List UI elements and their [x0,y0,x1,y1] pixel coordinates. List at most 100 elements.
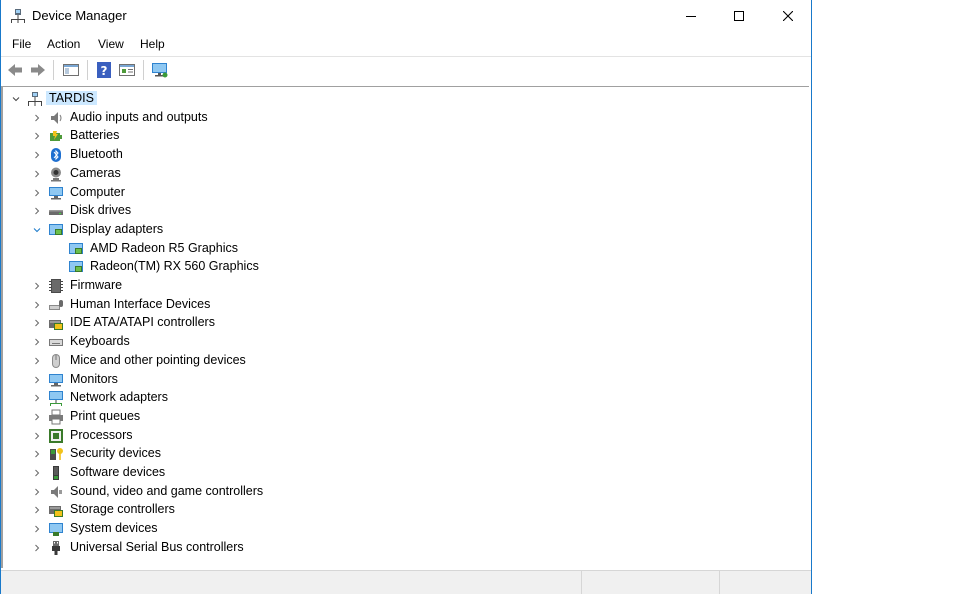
chevron-right-icon[interactable] [32,539,42,557]
tree-item-label: IDE ATA/ATAPI controllers [70,315,215,330]
tree-item-label: Security devices [70,446,162,461]
tree-item-system-devices[interactable]: System devices [3,520,803,538]
tree-item-keyboards[interactable]: Keyboards [3,333,803,351]
tree-item-label: Monitors [70,371,118,386]
status-bar [1,570,811,594]
tree-item-label: Storage controllers [70,502,175,517]
tree-item-bluetooth[interactable]: Bluetooth [3,146,803,164]
tree-item-label: Keyboards [70,334,130,349]
tree-item-label: Disk drives [70,203,132,218]
menu-view[interactable]: View [98,37,124,51]
chevron-right-icon[interactable] [32,109,42,127]
forward-arrow-icon[interactable] [29,61,47,79]
processor-icon [48,428,64,444]
tree-child-label: Radeon(TM) RX 560 Graphics [90,259,259,274]
tree-item-label: Sound, video and game controllers [70,483,264,498]
chevron-right-icon[interactable] [32,389,42,407]
toolbar-separator [143,60,144,80]
menu-help[interactable]: Help [140,37,165,51]
svg-text:?: ? [101,64,108,78]
tree-item-label: Cameras [70,165,121,180]
tree-item-computer[interactable]: Computer [3,184,803,202]
chevron-right-icon[interactable] [32,408,42,426]
maximize-icon [734,11,744,21]
help-icon[interactable]: ? [95,61,113,79]
show-hide-console-tree-icon[interactable] [62,61,80,79]
camera-icon [48,166,64,182]
back-arrow-icon[interactable] [6,61,24,79]
chevron-right-icon[interactable] [32,445,42,463]
maximize-button[interactable] [716,0,762,32]
software-device-icon [48,465,64,481]
monitor-network-icon[interactable] [151,61,169,79]
tree-item-label: Mice and other pointing devices [70,352,246,367]
tree-item-storage-controllers[interactable]: Storage controllers [3,501,803,519]
chevron-right-icon[interactable] [32,146,42,164]
network-adapter-icon [48,390,64,407]
tree-item-batteries[interactable]: Batteries [3,127,803,145]
tree-item-display-adapters[interactable]: Display adapters [3,221,803,239]
chevron-right-icon[interactable] [32,427,42,445]
chevron-right-icon[interactable] [32,127,42,145]
status-bar-segment [719,571,720,594]
tree-child-item[interactable]: AMD Radeon R5 Graphics [3,240,803,258]
tree-item-software-devices[interactable]: Software devices [3,464,803,482]
display-adapter-icon [48,222,64,238]
tree-item-ide-ata-atapi-controllers[interactable]: IDE ATA/ATAPI controllers [3,314,803,332]
chevron-down-icon[interactable] [11,90,21,108]
tree-item-universal-serial-bus-controllers[interactable]: Universal Serial Bus controllers [3,539,803,557]
tree-item-label: Human Interface Devices [70,296,211,311]
menu-bar: File Action View Help [1,34,811,55]
tree-item-human-interface-devices[interactable]: Human Interface Devices [3,296,803,314]
device-manager-window: Device Manager File Action View Help ? T… [0,0,812,594]
chevron-right-icon[interactable] [32,371,42,389]
tree-item-label: Print queues [70,408,141,423]
hid-icon [48,297,64,313]
bluetooth-icon [48,147,64,163]
tree-item-sound-video-and-game-controllers[interactable]: Sound, video and game controllers [3,483,803,501]
tree-item-audio-inputs-and-outputs[interactable]: Audio inputs and outputs [3,109,803,127]
minimize-button[interactable] [668,0,714,32]
chevron-right-icon[interactable] [32,464,42,482]
device-tree[interactable]: TARDIS Audio inputs and outputs Batteries… [1,86,809,568]
mouse-icon [48,353,64,369]
chevron-down-icon[interactable] [32,221,42,239]
tree-root-item[interactable]: TARDIS [3,90,803,108]
tree-item-disk-drives[interactable]: Disk drives [3,202,803,220]
tree-item-label: Processors [70,427,133,442]
chevron-right-icon[interactable] [32,184,42,202]
menu-file[interactable]: File [12,37,31,51]
chevron-right-icon[interactable] [32,277,42,295]
close-button[interactable] [765,0,811,32]
toolbar-separator [53,60,54,80]
tree-child-item[interactable]: Radeon(TM) RX 560 Graphics [3,258,803,276]
chevron-right-icon[interactable] [32,314,42,332]
chevron-right-icon[interactable] [32,520,42,538]
tree-item-cameras[interactable]: Cameras [3,165,803,183]
chevron-right-icon[interactable] [32,483,42,501]
keyboard-icon [48,334,64,350]
toolbar-separator [87,60,88,80]
menu-action[interactable]: Action [47,37,80,51]
tree-item-processors[interactable]: Processors [3,427,803,445]
tree-item-network-adapters[interactable]: Network adapters [3,389,803,407]
usb-icon [48,540,64,556]
minimize-icon [686,11,696,21]
chevron-right-icon[interactable] [32,333,42,351]
title-bar[interactable]: Device Manager [1,0,811,33]
tree-item-mice-and-other-pointing-devices[interactable]: Mice and other pointing devices [3,352,803,370]
window-title: Device Manager [32,8,127,23]
tree-item-firmware[interactable]: Firmware [3,277,803,295]
chevron-right-icon[interactable] [32,165,42,183]
tree-item-print-queues[interactable]: Print queues [3,408,803,426]
chevron-right-icon[interactable] [32,202,42,220]
firmware-icon [48,278,64,294]
tree-item-monitors[interactable]: Monitors [3,371,803,389]
tree-item-label: Network adapters [70,390,168,405]
properties-icon[interactable] [118,61,136,79]
monitor-icon [48,372,64,388]
chevron-right-icon[interactable] [32,501,42,519]
tree-item-security-devices[interactable]: Security devices [3,445,803,463]
chevron-right-icon[interactable] [32,352,42,370]
chevron-right-icon[interactable] [32,296,42,314]
